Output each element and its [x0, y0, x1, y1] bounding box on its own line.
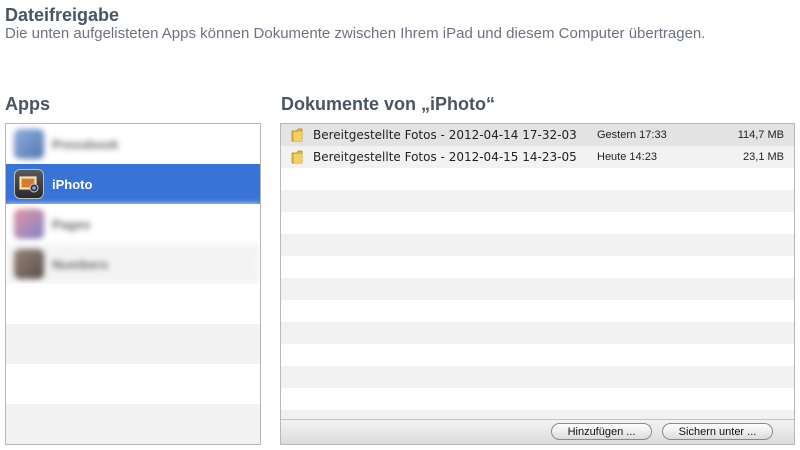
- app-icon: [14, 249, 44, 279]
- app-item[interactable]: Numbers: [6, 244, 260, 284]
- empty-row: [281, 300, 794, 322]
- app-item-iphoto[interactable]: iPhoto: [6, 164, 260, 204]
- apps-title: Apps: [5, 94, 50, 114]
- document-date: Gestern 17:33: [597, 129, 667, 141]
- empty-row: [281, 190, 794, 212]
- empty-row: [6, 284, 260, 324]
- empty-row: [281, 278, 794, 300]
- documents-footer: Hinzufügen ... Sichern unter ...: [281, 419, 794, 444]
- document-name: Bereitgestellte Fotos - 2012-04-14 17-32…: [313, 128, 577, 142]
- empty-row: [6, 364, 260, 404]
- empty-row: [281, 366, 794, 388]
- documents-rows: Bereitgestellte Fotos - 2012-04-14 17-32…: [281, 124, 794, 420]
- app-item-label: Numbers: [52, 256, 109, 272]
- empty-row: [6, 404, 260, 444]
- empty-row: [281, 322, 794, 344]
- empty-row: [6, 324, 260, 364]
- app-item[interactable]: Pages: [6, 204, 260, 244]
- folder-icon: [291, 128, 303, 142]
- iphoto-icon: [14, 169, 44, 199]
- app-item[interactable]: Pressbook: [6, 124, 260, 164]
- empty-row: [281, 168, 794, 190]
- empty-row: [281, 256, 794, 278]
- save-as-button[interactable]: Sichern unter ...: [662, 423, 773, 440]
- documents-title: Dokumente von „iPhoto“: [281, 94, 496, 114]
- empty-row: [281, 388, 794, 410]
- document-size: 114,7 MB: [737, 129, 784, 141]
- apps-list[interactable]: Pressbook iPhoto Pages Numbers: [5, 123, 261, 445]
- app-item-label: Pressbook: [52, 136, 119, 152]
- header-title: Dateifreigabe: [5, 5, 120, 25]
- document-date: Heute 14:23: [597, 151, 657, 163]
- add-button[interactable]: Hinzufügen ...: [551, 423, 652, 440]
- empty-row: [281, 344, 794, 366]
- header-description: Die unten aufgelisteten Apps können Doku…: [5, 25, 706, 42]
- app-icon: [14, 209, 44, 239]
- empty-row: [281, 212, 794, 234]
- document-size: 23,1 MB: [743, 151, 784, 163]
- app-item-label: iPhoto: [52, 176, 93, 192]
- documents-list[interactable]: Bereitgestellte Fotos - 2012-04-14 17-32…: [280, 123, 795, 445]
- document-row[interactable]: Bereitgestellte Fotos - 2012-04-15 14-23…: [281, 146, 794, 168]
- document-row[interactable]: Bereitgestellte Fotos - 2012-04-14 17-32…: [281, 124, 794, 146]
- app-icon: [14, 129, 44, 159]
- app-item-label: Pages: [52, 216, 91, 232]
- empty-row: [281, 234, 794, 256]
- document-name: Bereitgestellte Fotos - 2012-04-15 14-23…: [313, 150, 577, 164]
- folder-icon: [291, 150, 303, 164]
